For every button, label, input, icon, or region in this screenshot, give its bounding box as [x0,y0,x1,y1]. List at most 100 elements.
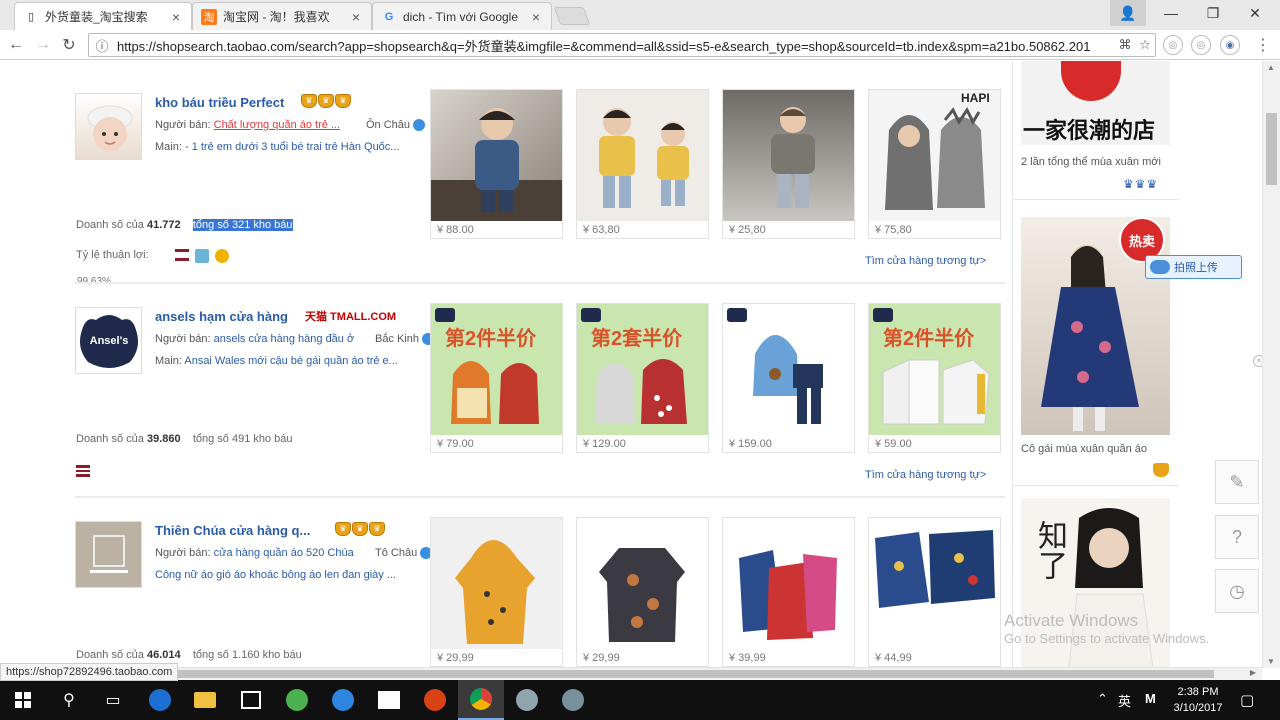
product-image[interactable] [723,304,854,435]
history-button[interactable]: ◷ [1215,569,1259,613]
task-view-icon[interactable]: ▭ [90,680,136,720]
tab-taobao[interactable]: 淘 淘宝网 - 淘！我喜欢 × [192,2,372,30]
ime-mode[interactable]: M [1145,691,1156,706]
shop-name[interactable]: ansels hạm cửa hàng [155,309,288,324]
scroll-right-icon[interactable]: ▶ [1250,668,1256,677]
chrome-icon[interactable] [458,680,504,720]
shop-name[interactable]: Thiên Chúa cửa hàng q... [155,523,310,538]
minimize-button[interactable]: — [1150,0,1192,26]
sidebar-caption[interactable]: 2 lần tổng thể mùa xuân mới [1021,156,1161,168]
reload-icon[interactable]: ↻ [58,34,80,56]
system-clock[interactable]: 2:38 PM 3/10/2017 [1168,684,1228,716]
info-icon[interactable]: ⓘ [93,36,111,54]
edge-icon[interactable] [137,680,183,720]
product-image[interactable] [723,518,854,649]
sidebar-caption[interactable]: Cô gái mùa xuân quần áo [1021,443,1147,455]
close-window-button[interactable]: ✕ [1234,0,1276,26]
app-icon[interactable] [550,680,596,720]
product-image[interactable]: HAPI [869,90,1000,221]
file-explorer-icon[interactable] [182,680,228,720]
menu-badge-icon [76,465,90,477]
product-card[interactable]: ¥ 88.00 [430,89,563,239]
app-icon[interactable] [274,680,320,720]
product-card[interactable]: ¥ 29,99 [430,517,563,667]
vertical-scrollbar[interactable]: ▲ ▼ [1262,61,1280,668]
scrollbar-thumb[interactable] [1266,113,1277,185]
product-image[interactable] [869,518,1000,649]
product-card[interactable]: ¥ 63,80 [576,89,709,239]
url-text[interactable]: https://shopsearch.taobao.com/search?app… [117,36,1115,55]
tab-search[interactable]: ▯ 外货童装_淘宝搜索 × [14,2,192,30]
search-icon[interactable]: ⚲ [46,680,92,720]
shop-logo[interactable] [75,521,142,588]
product-card[interactable]: ¥ 39,99 [722,517,855,667]
scrollbar-thumb[interactable] [14,670,1214,678]
product-card[interactable]: ¥ 29,99 [576,517,709,667]
similar-shops-link[interactable]: Tìm cửa hàng tương tự> [865,469,986,481]
photos-icon[interactable] [366,680,412,720]
product-card[interactable]: HAPI ¥ 75,80 [868,89,1001,239]
product-card[interactable]: 第2套半价 ¥ 129.00 [576,303,709,453]
shop-location: Tô Châu [375,547,433,560]
app-icon[interactable] [412,680,458,720]
translate-icon[interactable]: ⌘ [1115,37,1135,53]
product-card[interactable]: 第2件半价 ¥ 79.00 [430,303,563,453]
tmall-badge[interactable]: 天猫 TMALL.COM [305,308,396,324]
restore-button[interactable]: ❐ [1192,0,1234,26]
similar-shops-link[interactable]: Tìm cửa hàng tương tự> [865,255,986,267]
scroll-down-icon[interactable]: ▼ [1267,657,1275,666]
shop-logo[interactable]: Ansel's [75,307,142,374]
edit-button[interactable]: ✎ [1215,460,1259,504]
notifications-icon[interactable]: ▢ [1240,691,1254,709]
product-card[interactable]: ¥ 25,80 [722,89,855,239]
product-image[interactable]: 第2套半价 [577,304,708,435]
close-icon[interactable]: × [349,9,363,25]
product-card[interactable]: 第2件半价 ¥ 59.00 [868,303,1001,453]
seller-link[interactable]: ansels cửa hàng hàng đầu ở [214,333,355,345]
extension-icon[interactable]: ◉ [1220,35,1240,55]
app-icon[interactable] [320,680,366,720]
profile-icon[interactable]: 👤 [1110,0,1146,26]
product-image[interactable]: 第2件半价 [869,304,1000,435]
extension-icon[interactable]: ◎ [1163,35,1183,55]
forward-icon[interactable]: → [32,34,54,56]
close-icon[interactable]: × [169,9,183,25]
star-icon[interactable]: ☆ [1135,37,1155,53]
product-image[interactable] [431,90,562,221]
close-icon[interactable]: × [529,9,543,25]
shop-logo[interactable] [75,93,142,160]
address-bar[interactable]: ⓘ https://shopsearch.taobao.com/search?a… [88,33,1156,57]
browser-toolbar: ← → ↻ ⓘ https://shopsearch.taobao.com/se… [0,30,1280,60]
back-icon[interactable]: ← [5,34,27,56]
sidebar-image[interactable]: 一家很潮的店 [1021,61,1170,145]
scroll-up-icon[interactable]: ▲ [1267,63,1275,72]
photo-upload-button[interactable]: 拍照上传 [1145,255,1242,279]
product-card[interactable]: ¥ 44,99 [868,517,1001,667]
product-card[interactable]: ¥ 159.00 [722,303,855,453]
tray-chevron-icon[interactable]: ⌃ [1097,691,1108,707]
main-products[interactable]: Ansai Wales mới cậu bé gái quần áo trẻ e… [184,355,397,367]
product-image[interactable] [577,90,708,221]
main-line: Công nữ áo gió áo khoác bông áo len đan … [155,569,410,581]
app-icon[interactable] [504,680,550,720]
horizontal-scrollbar[interactable]: ▶ [0,667,1262,680]
product-image[interactable] [431,518,562,649]
seller-link[interactable]: Chất lượng quần áo trẻ ... [214,119,340,131]
tab-google[interactable]: G dich - Tìm với Google × [372,2,552,30]
new-tab-button[interactable] [553,7,591,25]
main-products[interactable]: - 1 trẻ em dưới 3 tuổi bé trai trẻ Hàn Q… [185,141,400,153]
menu-icon[interactable]: ⋮ [1252,34,1274,56]
help-button[interactable]: ? [1215,515,1259,559]
product-image[interactable]: 第2件半价 [431,304,562,435]
extension-icon[interactable]: ◎ [1191,35,1211,55]
ime-indicator[interactable]: 英 [1118,691,1131,710]
store-icon[interactable] [228,680,274,720]
seller-link[interactable]: cửa hàng quần áo 520 Chúa [214,547,354,559]
start-button[interactable] [0,680,46,720]
product-image[interactable] [577,518,708,649]
divider [1013,485,1179,486]
product-image[interactable] [723,90,854,221]
main-products[interactable]: Công nữ áo gió áo khoác bông áo len đan … [155,569,396,581]
sidebar-image[interactable]: 热卖 [1021,217,1170,435]
shop-name[interactable]: kho báu triều Perfect [155,95,284,110]
